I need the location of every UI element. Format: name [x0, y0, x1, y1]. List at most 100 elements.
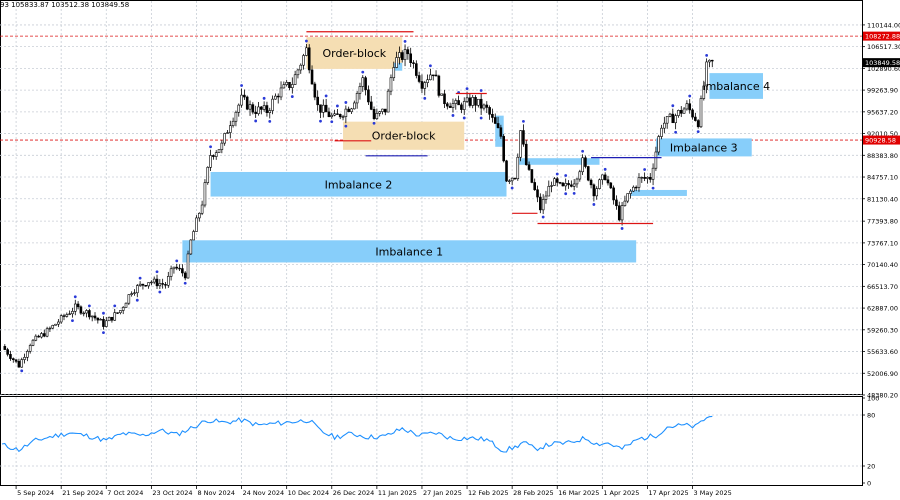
candle-body [302, 55, 305, 66]
candle-body [93, 315, 97, 319]
fractal-down-marker [268, 120, 272, 123]
candle-body [223, 133, 226, 144]
fractal-down-marker [462, 116, 466, 120]
fractal-up-marker [138, 276, 142, 280]
candle-body [358, 86, 362, 94]
candle-body [615, 199, 618, 207]
osc-y-tick-label: 80 [867, 412, 875, 420]
fractal-up-marker [603, 167, 607, 171]
candle-body [677, 110, 680, 116]
x-tick-label: 27 Jan 2025 [423, 489, 462, 497]
candle-body [158, 283, 162, 287]
candle-body [178, 267, 181, 270]
candle-body [62, 315, 66, 317]
candle-body [629, 190, 632, 194]
candle-body [708, 59, 711, 63]
fractal-down-marker [290, 95, 294, 98]
candle-body [155, 278, 159, 287]
candle-body [220, 142, 224, 150]
fractal-down-marker [674, 130, 678, 134]
fractal-down-marker [620, 227, 624, 230]
fractal-up-marker [429, 64, 432, 68]
candle-body [671, 113, 675, 124]
candle-body [688, 103, 692, 111]
y-tick-label: 84757.10 [867, 174, 898, 182]
y-tick-label: 59260.30 [867, 326, 898, 334]
candle-body [274, 95, 277, 100]
fractal-down-marker [572, 192, 576, 195]
candle-body [544, 195, 548, 200]
candle-body [510, 177, 514, 182]
candle-body [291, 84, 294, 88]
trading-chart[interactable]: 110144.00106517.30102890.6099263.9095637… [0, 0, 900, 500]
fractal-up-marker [240, 84, 243, 87]
y-tick-label: 70140.40 [867, 261, 898, 269]
candle-body [85, 310, 88, 314]
order-block-label: Order-block [372, 130, 436, 143]
candle-body [443, 93, 446, 105]
candle-body [651, 167, 655, 180]
candle-body [65, 314, 69, 317]
candle-body [3, 346, 7, 350]
imbalance-label: Imbalance 1 [375, 245, 443, 258]
candle-body [135, 285, 139, 294]
candle-body [209, 155, 212, 168]
x-tick-label: 24 Nov 2024 [243, 489, 285, 497]
fractal-up-marker [671, 104, 675, 108]
candle-body [107, 316, 111, 322]
candle-body [446, 103, 449, 107]
candle-body [685, 103, 689, 110]
candle-body [581, 157, 584, 173]
candle-body [674, 115, 677, 124]
candle-body [279, 87, 283, 98]
fractal-down-marker [592, 203, 596, 206]
fractal-up-marker [73, 295, 77, 299]
candle-body [493, 117, 497, 124]
candle-body [612, 187, 615, 201]
fractal-down-marker [20, 369, 24, 373]
candle-body [395, 57, 398, 68]
candle-body [51, 325, 55, 329]
candle-body [485, 104, 489, 108]
candle-body [584, 157, 587, 167]
candle-body [375, 113, 379, 119]
candle-body [73, 303, 77, 312]
candle-body [502, 136, 505, 162]
candle-body [296, 69, 300, 76]
y-tick-label: 52006.90 [867, 370, 898, 378]
candle-body [572, 183, 576, 187]
candle-body [206, 167, 210, 183]
candle-body [460, 104, 463, 110]
candle-body [305, 47, 308, 56]
candle-body [431, 74, 435, 77]
candle-body [482, 104, 486, 109]
candle-body [350, 108, 353, 113]
candle-body [699, 98, 703, 128]
candle-body [620, 205, 624, 221]
candle-body [561, 182, 565, 187]
candle-body [364, 77, 367, 91]
candle-body [299, 64, 303, 71]
candle-body [372, 109, 376, 119]
fractal-down-marker [696, 130, 700, 134]
candle-body [440, 93, 443, 96]
osc-y-tick-label: 0 [867, 480, 871, 488]
candle-body [648, 177, 652, 180]
candle-body [130, 293, 133, 295]
candle-body [214, 152, 218, 157]
price-tag-label: 90928.58 [865, 137, 896, 145]
y-tick-label: 88383.80 [867, 152, 898, 160]
candle-body [637, 177, 641, 188]
x-tick-label: 8 Nov 2024 [197, 489, 235, 497]
candle-body [166, 276, 170, 286]
candle-body [468, 97, 472, 106]
candle-body [26, 351, 29, 358]
candle-body [133, 292, 136, 294]
fractal-up-marker [324, 94, 328, 98]
candle-body [479, 98, 483, 109]
candle-body [172, 266, 176, 270]
candle-body [71, 311, 74, 315]
fractal-up-marker [522, 119, 525, 123]
candle-body [152, 278, 156, 283]
candle-body [524, 143, 528, 166]
